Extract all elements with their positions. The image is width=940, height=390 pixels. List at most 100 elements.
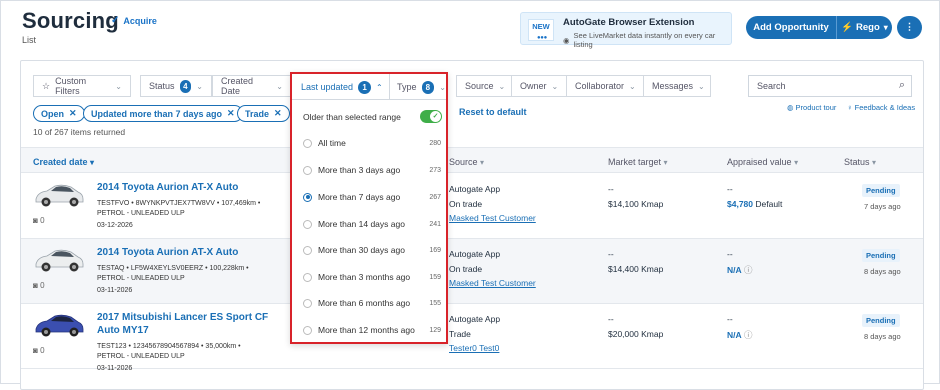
option-3-days[interactable]: More than 3 days ago 273: [303, 165, 445, 175]
chevron-down-icon: ⌄: [551, 81, 559, 91]
radio-button[interactable]: [303, 298, 312, 308]
appraised-dash: --: [727, 249, 733, 259]
chevron-down-icon: ⌄: [698, 81, 705, 91]
radio-button[interactable]: [303, 325, 312, 335]
option-30-days[interactable]: More than 30 days ago 169: [303, 245, 445, 255]
radio-button[interactable]: [303, 138, 312, 148]
column-created-label: Created date: [33, 157, 88, 167]
type-filter[interactable]: Type 8 ⌄: [391, 74, 446, 100]
option-3-months[interactable]: More than 3 months ago 159: [303, 272, 445, 282]
chevron-down-icon: ⌄: [276, 81, 283, 91]
close-icon[interactable]: ✕: [274, 108, 282, 119]
customer-link[interactable]: Tester0 Test0: [449, 343, 499, 353]
bolt-icon: ⚡: [841, 22, 854, 33]
collaborator-filter[interactable]: Collaborator ⌄: [566, 75, 644, 97]
owner-filter-label: Owner: [520, 81, 547, 91]
status-age: 8 days ago: [864, 267, 901, 276]
extension-description-row: ◉ See LiveMarket data instantly on every…: [563, 31, 731, 49]
camera-icon: ◙: [33, 346, 38, 355]
vehicle-details: TESTAQ • LF5W4XEYLSV0EERZ • 100,228km •: [97, 265, 249, 272]
created-date-filter[interactable]: Created Date ⌄: [212, 75, 292, 97]
last-updated-filter[interactable]: Last updated 1 ⌃: [292, 74, 390, 100]
radio-button[interactable]: [303, 219, 312, 229]
radio-button[interactable]: [303, 272, 312, 282]
info-icon[interactable]: ⓘ: [744, 265, 753, 275]
rego-button[interactable]: ⚡ Rego ▾: [836, 16, 892, 39]
source-type: On trade: [449, 199, 483, 209]
option-label: More than 6 months ago: [318, 298, 411, 308]
chevron-down-icon: ⌄: [115, 81, 122, 91]
status-filter-label: Status: [149, 81, 175, 91]
option-all-time[interactable]: All time 280: [303, 138, 445, 148]
table-row[interactable]: ◙ 0 2014 Toyota Aurion AT-X Auto TESTAQ …: [21, 239, 923, 304]
appraised-value: N/A ⓘ: [727, 264, 753, 276]
eye-icon: ◉: [563, 35, 570, 45]
messages-filter[interactable]: Messages ⌄: [643, 75, 711, 97]
customer-link[interactable]: Masked Test Customer: [449, 278, 536, 288]
results-count: 10 of 267 items returned: [33, 127, 126, 137]
radio-button[interactable]: [303, 245, 312, 255]
custom-filters-button[interactable]: ☆ Custom Filters ⌄: [33, 75, 131, 97]
last-updated-label: Last updated: [301, 82, 354, 92]
last-updated-dropdown: Last updated 1 ⌃ Type 8 ⌄ Older than sel…: [290, 72, 448, 344]
option-7-days[interactable]: More than 7 days ago 267: [303, 192, 445, 202]
appraised-amount: N/A: [727, 330, 742, 340]
add-opportunity-button[interactable]: Add Opportunity: [746, 16, 836, 39]
column-source[interactable]: Source ▾: [449, 157, 484, 167]
extension-banner[interactable]: NEW ● ● ● AutoGate Browser Extension ◉ S…: [520, 12, 732, 49]
chip-open[interactable]: Open ✕: [33, 105, 85, 122]
column-status[interactable]: Status ▾: [844, 157, 876, 167]
column-created-date[interactable]: Created date ▾: [33, 157, 94, 167]
search-icon[interactable]: ⌕: [899, 79, 905, 92]
market-target: $14,100 Kmap: [608, 199, 664, 209]
chevron-down-icon: ⌄: [196, 81, 203, 91]
older-than-toggle[interactable]: ✓: [420, 110, 442, 123]
reset-to-default-link[interactable]: Reset to default: [459, 107, 527, 117]
info-icon[interactable]: ⓘ: [744, 330, 753, 340]
photo-count: ◙ 0: [33, 216, 45, 225]
more-options-button[interactable]: ⋮: [897, 16, 922, 39]
chip-updated[interactable]: Updated more than 7 days ago ✕: [83, 105, 243, 122]
option-count: 273: [429, 166, 441, 174]
close-icon[interactable]: ✕: [69, 108, 77, 119]
product-tour-link[interactable]: ◍ Product tour: [787, 103, 836, 112]
page-title: Sourcing: [22, 8, 119, 33]
feedback-link[interactable]: ♀ Feedback & Ideas: [847, 103, 915, 112]
table-row[interactable]: ◙ 0 2014 Toyota Aurion AT-X Auto TESTFVO…: [21, 174, 923, 239]
check-icon: ✓: [111, 15, 120, 26]
owner-filter[interactable]: Owner ⌄: [511, 75, 567, 97]
feedback-label: Feedback & Ideas: [854, 103, 916, 112]
sort-icon: ▾: [663, 158, 668, 167]
source-filter[interactable]: Source ⌄: [456, 75, 512, 97]
option-12-months[interactable]: More than 12 months ago 129: [303, 325, 445, 335]
sort-icon: ▾: [480, 158, 485, 167]
car-thumbnail: [35, 184, 84, 207]
customer-link[interactable]: Masked Test Customer: [449, 213, 536, 223]
chevron-down-icon: ⌄: [629, 81, 636, 91]
vehicle-title-link[interactable]: 2014 Toyota Aurion AT-X Auto: [97, 181, 287, 194]
type-count-badge: 8: [421, 80, 435, 94]
radio-button-selected[interactable]: [303, 192, 312, 202]
column-market-label: Market target: [608, 157, 662, 167]
market-dash: --: [608, 249, 614, 259]
option-14-days[interactable]: More than 14 days ago 241: [303, 219, 445, 229]
appraised-amount: $4,780: [727, 199, 753, 209]
option-6-months[interactable]: More than 6 months ago 155: [303, 298, 445, 308]
status-filter[interactable]: Status 4 ⌄: [140, 75, 212, 97]
search-input[interactable]: Search ⌕: [748, 75, 912, 97]
vehicle-title-link[interactable]: 2017 Mitsubishi Lancer ES Sport CF Auto …: [97, 311, 287, 337]
photo-count: ◙ 0: [33, 346, 45, 355]
column-appraised-value[interactable]: Appraised value ▾: [727, 157, 798, 167]
table-row[interactable]: ◙ 0 2017 Mitsubishi Lancer ES Sport CF A…: [21, 304, 923, 372]
vehicle-title-link[interactable]: 2014 Toyota Aurion AT-X Auto: [97, 246, 287, 259]
column-market-target[interactable]: Market target ▾: [608, 157, 668, 167]
photo-count-value: 0: [40, 281, 45, 290]
car-thumbnail: [35, 314, 84, 337]
rego-label: Rego: [856, 22, 880, 33]
chevron-down-icon: ⌄: [439, 82, 446, 92]
chip-trade[interactable]: Trade ✕: [237, 105, 290, 122]
chevron-down-icon: ⌄: [498, 81, 506, 91]
sort-icon: ▾: [872, 158, 877, 167]
close-icon[interactable]: ✕: [227, 108, 235, 119]
radio-button[interactable]: [303, 165, 312, 175]
